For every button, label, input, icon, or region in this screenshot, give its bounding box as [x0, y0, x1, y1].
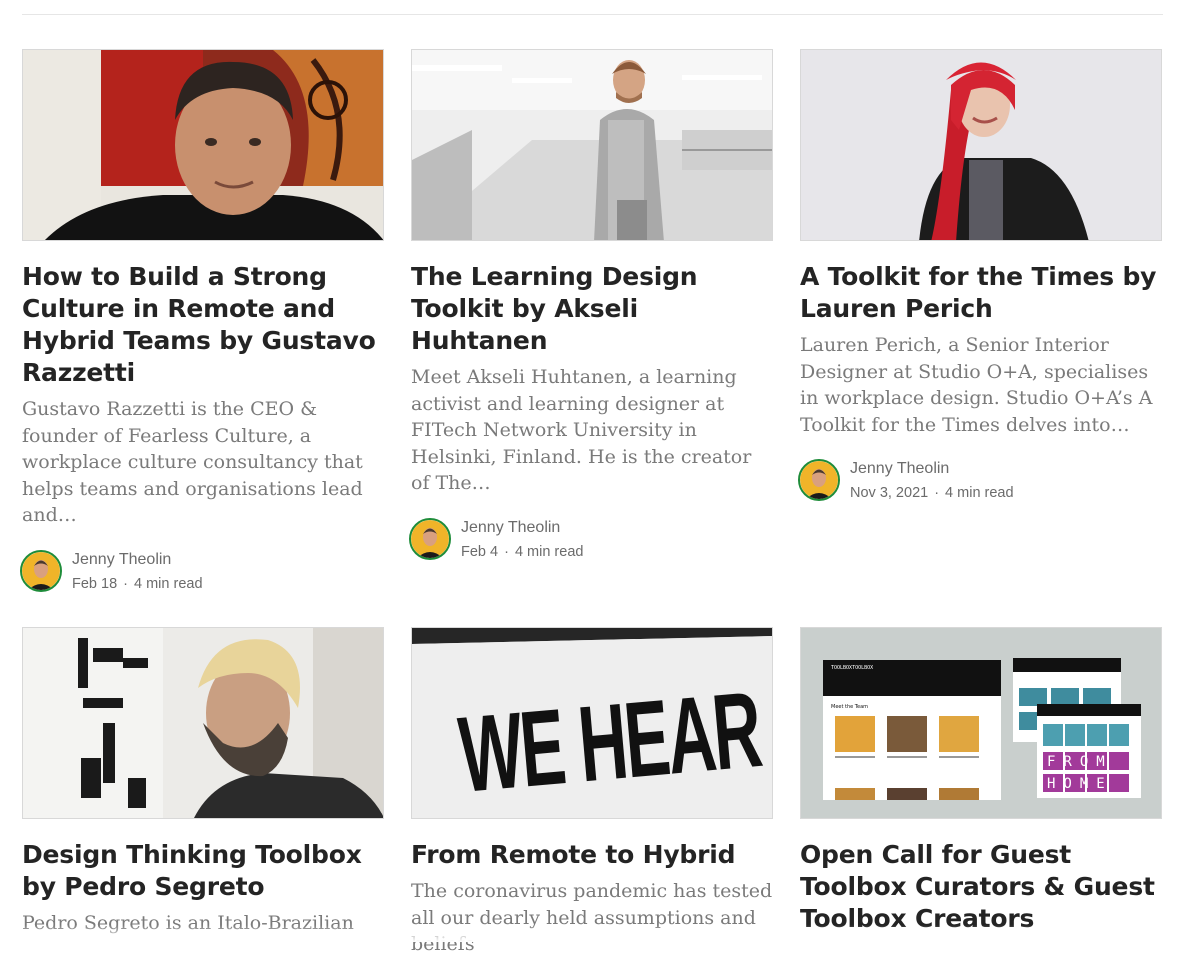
- article-title[interactable]: Design Thinking Toolbox by Pedro Segreto: [22, 839, 384, 903]
- author-name[interactable]: Jenny Theolin: [850, 459, 949, 479]
- mock-tiles-text-2: HOME: [1047, 776, 1113, 792]
- article-excerpt[interactable]: Lauren Perich, a Senior Interior Designe…: [800, 332, 1162, 438]
- read-time: 4 min read: [134, 575, 203, 592]
- article-card-6[interactable]: TOOLBOXTOOLBOX Meet the Team FROM HOME O…: [800, 627, 1162, 935]
- author-name[interactable]: Jenny Theolin: [461, 518, 560, 538]
- author-name[interactable]: Jenny Theolin: [72, 550, 171, 570]
- article-card-2[interactable]: The Learning Design Toolkit by Akseli Hu…: [409, 49, 773, 564]
- article-meta: Feb 18 · 4 min read: [72, 575, 203, 593]
- publish-date: Feb 18: [72, 575, 118, 592]
- article-excerpt[interactable]: Meet Akseli Huhtanen, a learning activis…: [411, 364, 773, 497]
- article-title[interactable]: From Remote to Hybrid: [411, 839, 773, 871]
- article-image-toolbox-mockup[interactable]: TOOLBOXTOOLBOX Meet the Team FROM HOME: [800, 627, 1162, 819]
- meta-separator: ·: [504, 543, 509, 560]
- article-image-akseli[interactable]: [411, 49, 773, 241]
- meta-separator: ·: [934, 485, 940, 501]
- meta-separator: ·: [123, 575, 128, 592]
- article-excerpt[interactable]: The coronavirus pandemic has tested all …: [411, 878, 773, 958]
- publish-date: Feb 4: [461, 543, 499, 560]
- article-image-we-hear-you[interactable]: WE HEAR YOU.: [411, 627, 773, 819]
- article-title[interactable]: A Toolkit for the Times by Lauren Perich: [800, 261, 1162, 325]
- article-image-gustavo[interactable]: [22, 49, 384, 241]
- article-excerpt[interactable]: Gustavo Razzetti is the CEO & founder of…: [22, 396, 384, 529]
- article-byline: Jenny Theolin Feb 4 · 4 min read: [409, 517, 773, 564]
- top-divider: [22, 14, 1163, 15]
- mock-brand-text: TOOLBOXTOOLBOX: [831, 665, 873, 671]
- article-byline: Jenny Theolin Nov 3, 2021 · 4 min read: [798, 459, 1162, 505]
- read-time: 4 min read: [945, 485, 1014, 501]
- author-avatar[interactable]: [20, 549, 62, 592]
- publish-date: Nov 3, 2021: [850, 485, 929, 501]
- article-image-lauren[interactable]: [800, 49, 1162, 241]
- article-byline: Jenny Theolin Feb 18 · 4 min read: [20, 549, 384, 596]
- article-title[interactable]: Open Call for Guest Toolbox Curators & G…: [800, 839, 1162, 935]
- author-avatar[interactable]: [409, 517, 451, 560]
- article-card-4[interactable]: Design Thinking Toolbox by Pedro Segreto…: [22, 627, 384, 937]
- article-title[interactable]: How to Build a Strong Culture in Remote …: [22, 261, 384, 389]
- scroll-fade: [0, 925, 1200, 942]
- article-meta: Nov 3, 2021 · 4 min read: [850, 484, 1014, 502]
- read-time: 4 min read: [514, 543, 584, 560]
- article-meta: Feb 4 · 4 min read: [461, 543, 583, 561]
- article-card-5[interactable]: WE HEAR YOU. From Remote to Hybrid The c…: [411, 627, 773, 958]
- mock-tiles-text-1: FROM: [1047, 754, 1113, 770]
- mock-heading-text: Meet the Team: [831, 704, 868, 710]
- author-avatar[interactable]: [798, 459, 840, 501]
- article-image-pedro[interactable]: [22, 627, 384, 819]
- article-card-1[interactable]: How to Build a Strong Culture in Remote …: [20, 49, 384, 596]
- article-card-3[interactable]: A Toolkit for the Times by Lauren Perich…: [798, 49, 1162, 505]
- article-title[interactable]: The Learning Design Toolkit by Akseli Hu…: [411, 261, 773, 357]
